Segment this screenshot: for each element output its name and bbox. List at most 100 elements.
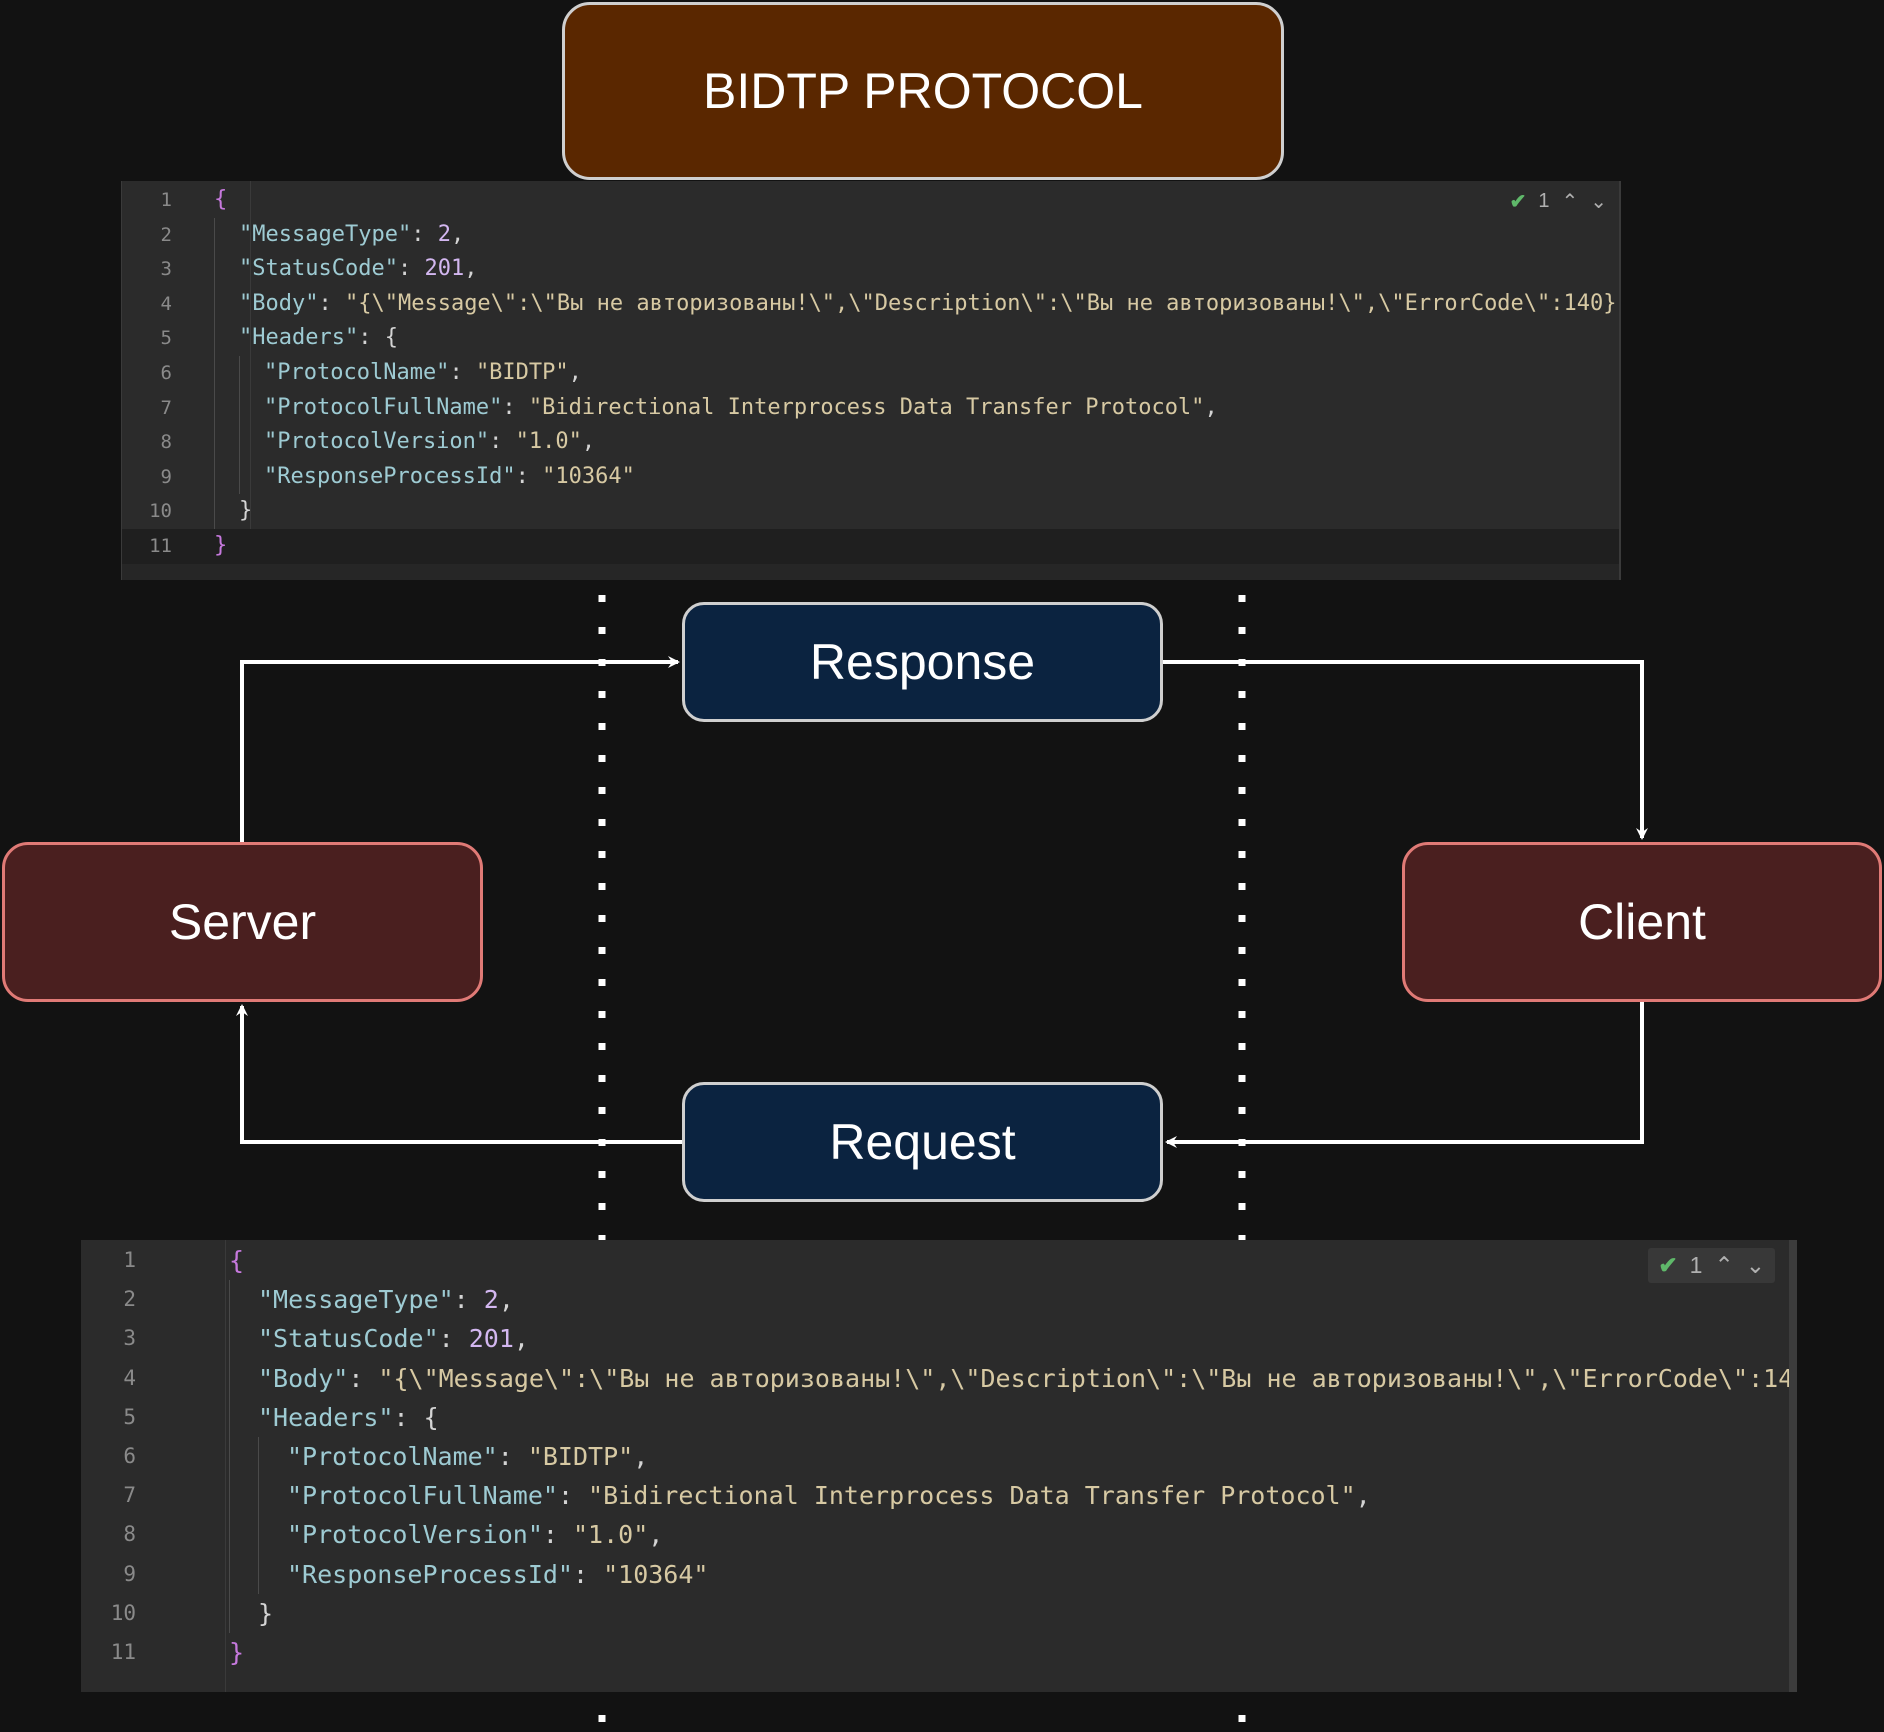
inspection-count: 1 bbox=[1689, 1252, 1703, 1278]
response-node: Response bbox=[682, 602, 1163, 722]
code-line: 5 "Headers": { bbox=[122, 321, 1619, 356]
request-json-editor: 1{2 "MessageType": 2, 3 "StatusCode": 201, 4… bbox=[81, 1240, 1797, 1692]
inspection-count: 1 bbox=[1538, 190, 1550, 212]
code-token: "10364" bbox=[603, 1559, 709, 1589]
code-token: } bbox=[258, 1598, 274, 1628]
code-token: "{\"Message\":\"Вы не авторизованы!\",\"… bbox=[378, 1363, 1797, 1393]
code-line: 10} bbox=[81, 1594, 1789, 1633]
line-number: 7 bbox=[123, 1483, 136, 1508]
client-label: Client bbox=[1578, 894, 1706, 950]
code-token: "Bidirectional Interprocess Data Transfe… bbox=[588, 1481, 1356, 1511]
code-token: "Body" bbox=[239, 290, 319, 316]
code-line: 5 "Headers": { bbox=[81, 1398, 1789, 1437]
code-token: , bbox=[1355, 1481, 1371, 1511]
code-text: } bbox=[214, 529, 227, 564]
code-text: } bbox=[229, 1633, 244, 1672]
code-token: { bbox=[214, 187, 228, 212]
code-text: "Body": "{\"Message\":\"Вы не авторизова… bbox=[239, 287, 1619, 322]
line-number: 6 bbox=[123, 1444, 136, 1468]
indent-guide bbox=[214, 217, 215, 529]
line-number: 3 bbox=[160, 258, 172, 281]
request-node: Request bbox=[682, 1082, 1163, 1202]
code-text: "Headers": { bbox=[258, 1398, 439, 1437]
line-number: 3 bbox=[123, 1326, 136, 1351]
line-number: 9 bbox=[123, 1561, 136, 1586]
indent-guide bbox=[239, 356, 240, 495]
code-text: "ProtocolVersion": "1.0", bbox=[287, 1515, 663, 1554]
line-number: 7 bbox=[160, 396, 172, 419]
code-token: : bbox=[502, 394, 529, 420]
code-text: "ResponseProcessId": "10364" bbox=[264, 460, 635, 495]
inspection-widget[interactable]: ✔ 1 ⌃ ⌄ bbox=[1648, 1248, 1775, 1283]
arrow-response-to-client bbox=[1163, 660, 1648, 840]
code-token: "StatusCode" bbox=[239, 256, 398, 282]
line-number: 5 bbox=[123, 1404, 136, 1429]
code-text: "ProtocolName": "BIDTP", bbox=[264, 356, 582, 391]
code-token: "Body" bbox=[258, 1363, 349, 1393]
code-token: : bbox=[438, 1324, 469, 1354]
code-line: 6 "ProtocolName": "BIDTP", bbox=[122, 356, 1619, 391]
response-json-editor: 1{2 "MessageType": 2, 3 "StatusCode": 201, 4… bbox=[121, 181, 1621, 580]
code-token: : { bbox=[393, 1402, 439, 1432]
line-number: 1 bbox=[160, 189, 172, 211]
code-line: 11} bbox=[81, 1633, 1789, 1672]
code-token: , bbox=[1204, 394, 1218, 420]
code-text: "ResponseProcessId": "10364" bbox=[287, 1555, 708, 1594]
code-token: "StatusCode" bbox=[258, 1324, 439, 1354]
code-token: "10364" bbox=[542, 463, 635, 489]
code-line: 3 "StatusCode": 201, bbox=[81, 1319, 1789, 1358]
code-token: , bbox=[464, 256, 478, 282]
chevron-up-icon[interactable]: ⌃ bbox=[1561, 189, 1578, 214]
code-token: : bbox=[453, 1285, 484, 1315]
code-token: : bbox=[572, 1559, 604, 1589]
code-token: "ProtocolName" bbox=[287, 1442, 498, 1471]
code-token: "MessageType" bbox=[239, 221, 412, 247]
line-number: 4 bbox=[160, 292, 172, 315]
chevron-down-icon[interactable]: ⌄ bbox=[1590, 189, 1607, 214]
server-node: Server bbox=[2, 842, 483, 1002]
code-token: : bbox=[449, 360, 476, 385]
code-text: } bbox=[239, 494, 252, 529]
arrow-client-to-request bbox=[1165, 1002, 1644, 1148]
code-token: , bbox=[648, 1520, 664, 1550]
client-node: Client bbox=[1402, 842, 1882, 1002]
code-line: 8 "ProtocolVersion": "1.0", bbox=[81, 1515, 1789, 1554]
code-line: 1{ bbox=[81, 1241, 1789, 1280]
response-label: Response bbox=[809, 634, 1036, 690]
check-icon: ✔ bbox=[1658, 1252, 1678, 1278]
code-token: "ResponseProcessId" bbox=[287, 1559, 573, 1589]
horizontal-scrollbar[interactable] bbox=[122, 564, 1619, 580]
code-text: } bbox=[258, 1594, 273, 1633]
code-token: , bbox=[513, 1324, 529, 1354]
code-token: , bbox=[498, 1285, 514, 1315]
code-token: : bbox=[515, 463, 543, 489]
chevron-up-icon[interactable]: ⌃ bbox=[1714, 1252, 1733, 1279]
code-token: "1.0" bbox=[572, 1520, 649, 1550]
code-token: , bbox=[581, 429, 596, 455]
code-line: 3 "StatusCode": 201, bbox=[122, 252, 1619, 287]
code-line: 10} bbox=[122, 494, 1619, 529]
line-number: 11 bbox=[110, 1640, 136, 1664]
code-text: { bbox=[229, 1241, 244, 1280]
code-token: : { bbox=[358, 325, 398, 351]
code-token: : bbox=[557, 1481, 589, 1511]
protocol-title-box: BIDTP PROTOCOL bbox=[562, 2, 1284, 180]
code-line: 9 "ResponseProcessId": "10364" bbox=[122, 460, 1619, 495]
line-number: 2 bbox=[160, 223, 172, 246]
indent-guide bbox=[229, 1280, 230, 1633]
code-line: 1{ bbox=[122, 183, 1619, 218]
code-token: "MessageType" bbox=[258, 1285, 454, 1315]
code-line: 2 "MessageType": 2, bbox=[81, 1280, 1789, 1319]
inspection-widget[interactable]: ✔ 1 ⌃ ⌄ bbox=[1510, 189, 1607, 214]
code-token: 201 bbox=[468, 1324, 514, 1354]
chevron-down-icon[interactable]: ⌄ bbox=[1746, 1252, 1765, 1279]
code-token: "BIDTP" bbox=[527, 1442, 634, 1471]
code-text: "MessageType": 2, bbox=[239, 218, 464, 253]
code-token: "1.0" bbox=[515, 429, 582, 455]
line-number: 4 bbox=[123, 1365, 136, 1390]
code-text: "ProtocolVersion": "1.0", bbox=[264, 425, 595, 460]
line-number: 5 bbox=[160, 327, 172, 350]
code-token: : bbox=[489, 429, 516, 455]
code-token: } bbox=[214, 533, 228, 558]
code-line: 7 "ProtocolFullName": "Bidirectional Inte… bbox=[81, 1476, 1789, 1515]
